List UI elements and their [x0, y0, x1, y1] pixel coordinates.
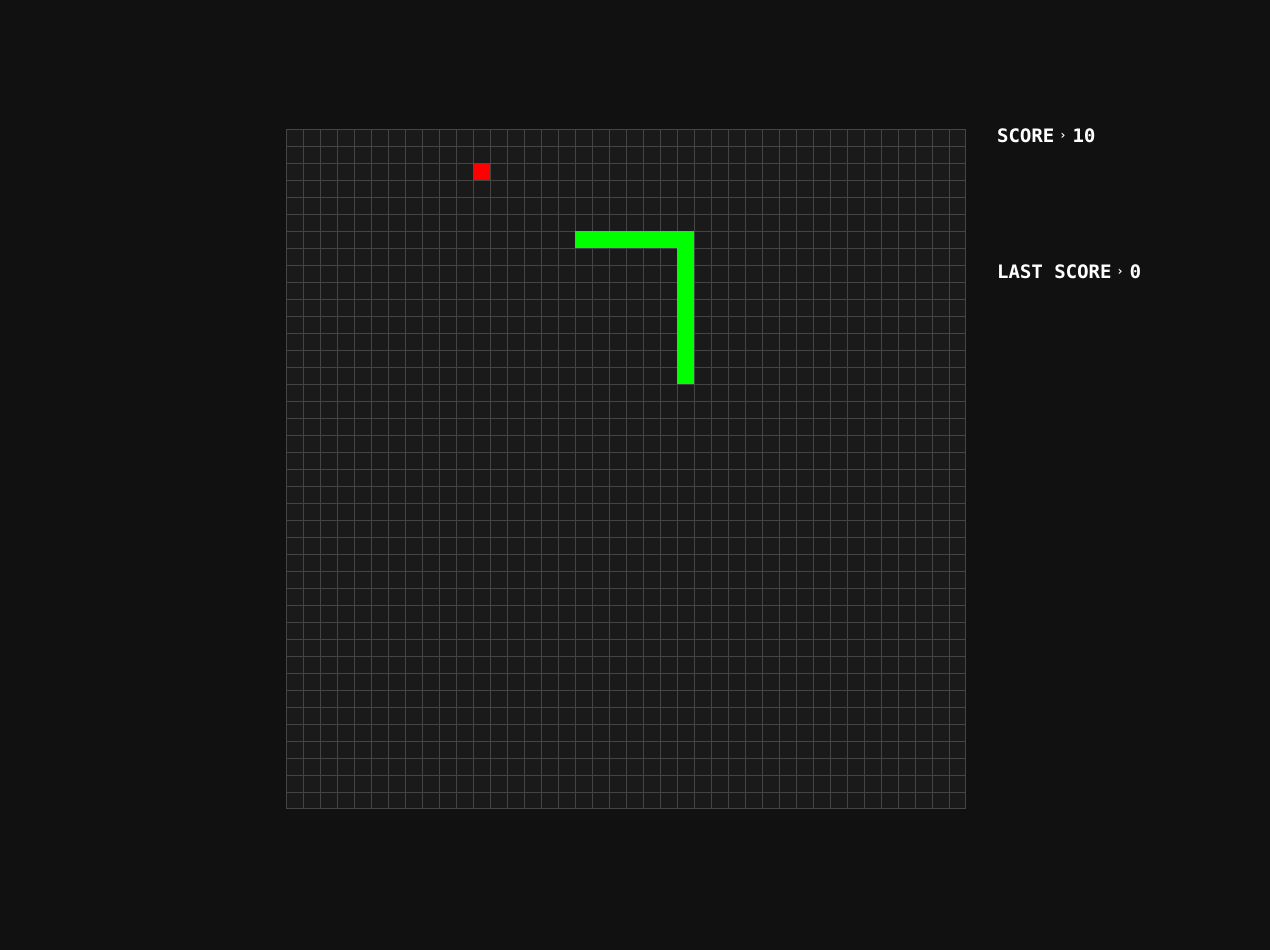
snake-segment [592, 231, 609, 248]
snake-segment [575, 231, 592, 248]
game-board[interactable] [286, 129, 966, 809]
game-screen: SCORE › 10 LAST SCORE › 0 [0, 0, 1270, 950]
last-score-display: LAST SCORE › 0 [997, 263, 1141, 282]
score-label: SCORE [997, 125, 1055, 147]
snake-head [677, 367, 694, 384]
snake-segment [660, 231, 677, 248]
snake-segment [626, 231, 643, 248]
last-score-label: LAST SCORE [997, 261, 1112, 283]
snake-segment [609, 231, 626, 248]
score-display: SCORE › 10 [997, 127, 1095, 146]
last-score-value: 0 [1129, 261, 1142, 283]
last-score-separator: › [1116, 264, 1124, 278]
snake-segment [677, 265, 694, 282]
snake-segment [677, 299, 694, 316]
snake-segment [677, 248, 694, 265]
score-separator: › [1059, 128, 1067, 142]
snake-segment [677, 333, 694, 350]
food-apple [473, 163, 490, 180]
snake-segment [677, 350, 694, 367]
snake-segment [677, 231, 694, 248]
snake-segment [643, 231, 660, 248]
snake-segment [677, 282, 694, 299]
snake-segment [677, 316, 694, 333]
score-value: 10 [1072, 125, 1096, 147]
